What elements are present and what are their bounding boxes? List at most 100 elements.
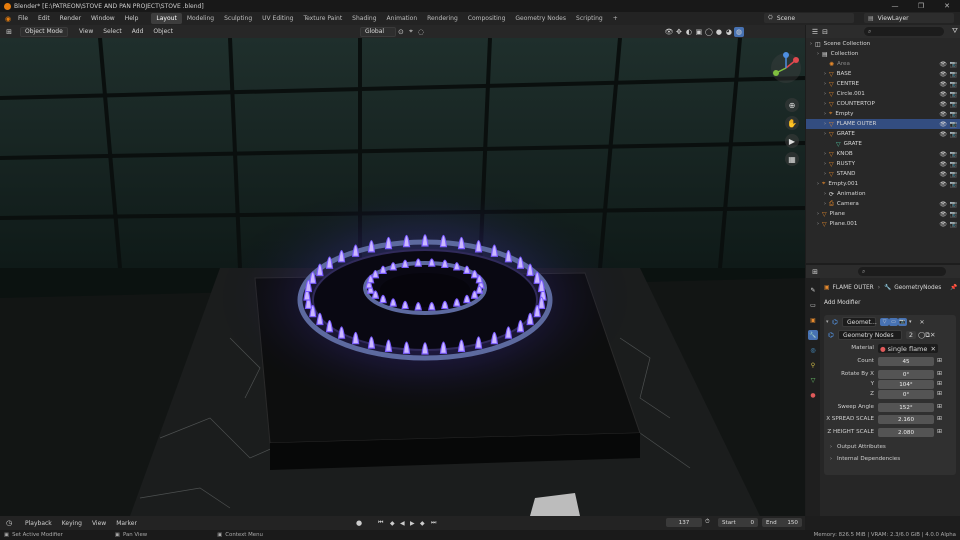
number-field[interactable]: 152° <box>878 403 934 412</box>
3d-viewport[interactable]: ⊕ ✋ ▶ ▦ <box>0 38 805 516</box>
workspace-tab-modeling[interactable]: Modeling <box>182 13 219 24</box>
visibility-eye-icon[interactable]: 👁 <box>939 91 947 98</box>
pan-hand-icon[interactable]: ✋ <box>785 116 799 130</box>
unlink-icon[interactable]: ✕ <box>930 331 935 339</box>
xray-icon[interactable]: ▣ <box>694 27 704 37</box>
outliner-row[interactable]: › ▽ Plane 👁 📷 <box>806 209 960 219</box>
add-modifier-button[interactable]: Add Modifier <box>824 300 954 310</box>
material-tab-icon[interactable]: ● <box>808 390 818 400</box>
modifier-menu-chevron-icon[interactable]: ▾ <box>909 319 912 325</box>
mode-dropdown[interactable]: Object Mode <box>20 26 68 37</box>
properties-search-input[interactable]: ⌕ <box>858 267 946 276</box>
maximize-button[interactable]: ❐ <box>908 0 934 12</box>
number-field[interactable]: 45 <box>878 357 934 366</box>
shading-solid-icon[interactable]: ● <box>714 27 724 37</box>
menu-edit[interactable]: Edit <box>33 15 55 22</box>
next-keyframe-icon[interactable]: ◆ <box>420 520 425 527</box>
close-window-button[interactable]: ✕ <box>934 0 960 12</box>
workspace-tab-shading[interactable]: Shading <box>347 13 381 24</box>
visibility-eye-icon[interactable]: 👁 <box>939 121 947 128</box>
menu-view-timeline[interactable]: View <box>87 520 111 527</box>
proportional-edit-icon[interactable]: ◌ <box>416 27 426 37</box>
camera-view-icon[interactable]: ▶ <box>785 134 799 148</box>
end-frame-field[interactable]: End 150 <box>762 518 802 527</box>
outliner-row[interactable]: ✺ Area 👁 📷 <box>806 59 960 69</box>
shading-material-icon[interactable]: ◕ <box>724 27 734 37</box>
workspace-tab-animation[interactable]: Animation <box>382 13 423 24</box>
play-reverse-icon[interactable]: ◀ <box>400 520 405 527</box>
visibility-eye-icon[interactable]: 👁 <box>939 211 947 218</box>
outliner-row[interactable]: › ▽ FLAME OUTER 👁 📷 <box>806 119 960 129</box>
render-visibility-icon[interactable]: 📷 <box>950 131 957 138</box>
blender-menu-icon[interactable]: ◉ <box>3 14 13 24</box>
workspace-tab-rendering[interactable]: Rendering <box>422 13 463 24</box>
outliner-row[interactable]: › ▽ CENTRE 👁 📷 <box>806 79 960 89</box>
jump-start-icon[interactable]: ⏮ <box>378 519 383 527</box>
zoom-icon[interactable]: ⊕ <box>785 98 799 112</box>
render-visibility-icon[interactable]: 📷 <box>950 101 957 108</box>
render-visibility-icon[interactable]: 📷 <box>950 151 957 158</box>
play-icon[interactable]: ▶ <box>410 520 415 527</box>
number-field[interactable]: 2.160 <box>878 415 934 424</box>
menu-file[interactable]: File <box>13 15 33 22</box>
modifier-name-field[interactable]: Geomet… <box>842 317 877 327</box>
outliner-row[interactable]: › ▽ RUSTY 👁 📷 <box>806 159 960 169</box>
render-visibility-icon[interactable]: 📷 <box>950 121 957 128</box>
outliner-search-input[interactable]: ⌕ <box>864 27 944 36</box>
internal-dependencies-panel[interactable]: › Internal Dependencies <box>830 453 950 464</box>
render-visibility-icon[interactable]: 📷 <box>950 181 957 188</box>
minimize-button[interactable]: — <box>882 0 908 12</box>
outliner-row[interactable]: › ⎙ Camera 👁 📷 <box>806 199 960 209</box>
menu-add[interactable]: Add <box>127 28 149 35</box>
prev-keyframe-icon[interactable]: ◆ <box>390 520 395 527</box>
visibility-eye-icon[interactable]: 👁 <box>939 81 947 88</box>
visibility-eye-icon[interactable]: 👁 <box>939 101 947 108</box>
pivot-icon[interactable]: ⊙ <box>396 27 406 37</box>
outliner-row[interactable]: › ▽ Circle.001 👁 📷 <box>806 89 960 99</box>
constraints-tab-icon[interactable]: ⚲ <box>808 360 818 370</box>
render-tab-icon[interactable]: ▭ <box>808 300 818 310</box>
visibility-eye-icon[interactable]: 👁 <box>939 221 947 228</box>
menu-help[interactable]: Help <box>120 15 144 22</box>
node-group-field[interactable]: Geometry Nodes <box>838 330 902 340</box>
outliner-row[interactable]: › ▽ BASE 👁 📷 <box>806 69 960 79</box>
jump-end-icon[interactable]: ⏭ <box>431 519 436 527</box>
outliner-row[interactable]: › ⟳ Animation <box>806 189 960 199</box>
menu-render[interactable]: Render <box>55 15 86 22</box>
snap-icon[interactable]: ⌖ <box>406 27 416 37</box>
render-visibility-icon[interactable]: 📷 <box>950 171 957 178</box>
render-visibility-icon[interactable]: 📷 <box>950 211 957 218</box>
visibility-icon[interactable]: 👁 <box>664 27 674 37</box>
viewport-toggle-icon[interactable]: ▭ <box>889 318 898 326</box>
data-tab-icon[interactable]: ▽ <box>808 375 818 385</box>
render-visibility-icon[interactable]: 📷 <box>950 91 957 98</box>
visibility-eye-icon[interactable]: 👁 <box>939 111 947 118</box>
editor-type-icon[interactable]: ⊞ <box>4 27 14 37</box>
outliner-row[interactable]: › ▤ Collection <box>806 49 960 59</box>
material-field[interactable]: ● single flame ✕ <box>878 344 938 353</box>
visibility-eye-icon[interactable]: 👁 <box>939 71 947 78</box>
visibility-eye-icon[interactable]: 👁 <box>939 201 947 208</box>
physics-tab-icon[interactable]: ◎ <box>808 345 818 355</box>
workspace-tab-sculpting[interactable]: Sculpting <box>219 13 257 24</box>
input-socket-toggle-icon[interactable]: ⊞ <box>937 380 942 387</box>
input-socket-toggle-icon[interactable]: ⊞ <box>937 415 942 422</box>
modifier-tab-icon[interactable]: 🔧 <box>808 330 818 340</box>
render-visibility-icon[interactable]: 📷 <box>950 201 957 208</box>
outliner-row[interactable]: › ▽ GRATE 👁 📷 <box>806 129 960 139</box>
render-visibility-icon[interactable]: 📷 <box>950 81 957 88</box>
output-attributes-panel[interactable]: › Output Attributes <box>830 441 950 452</box>
visibility-eye-icon[interactable]: 👁 <box>939 61 947 68</box>
outliner-editor-icon[interactable]: ☰ <box>810 27 820 37</box>
input-socket-toggle-icon[interactable]: ⊞ <box>937 390 942 397</box>
shading-wireframe-icon[interactable]: ◯ <box>704 27 714 37</box>
outliner-row[interactable]: › ▽ COUNTERTOP 👁 📷 <box>806 99 960 109</box>
outliner-row[interactable]: › ▽ KNOB 👁 📷 <box>806 149 960 159</box>
render-toggle-icon[interactable]: 📷 <box>898 318 907 326</box>
navigation-gizmo[interactable] <box>768 50 804 86</box>
perspective-toggle-icon[interactable]: ▦ <box>785 152 799 166</box>
render-visibility-icon[interactable]: 📷 <box>950 161 957 168</box>
input-socket-toggle-icon[interactable]: ⊞ <box>937 403 942 410</box>
number-field[interactable]: 0° <box>878 370 934 379</box>
input-socket-toggle-icon[interactable]: ⊞ <box>937 357 942 364</box>
